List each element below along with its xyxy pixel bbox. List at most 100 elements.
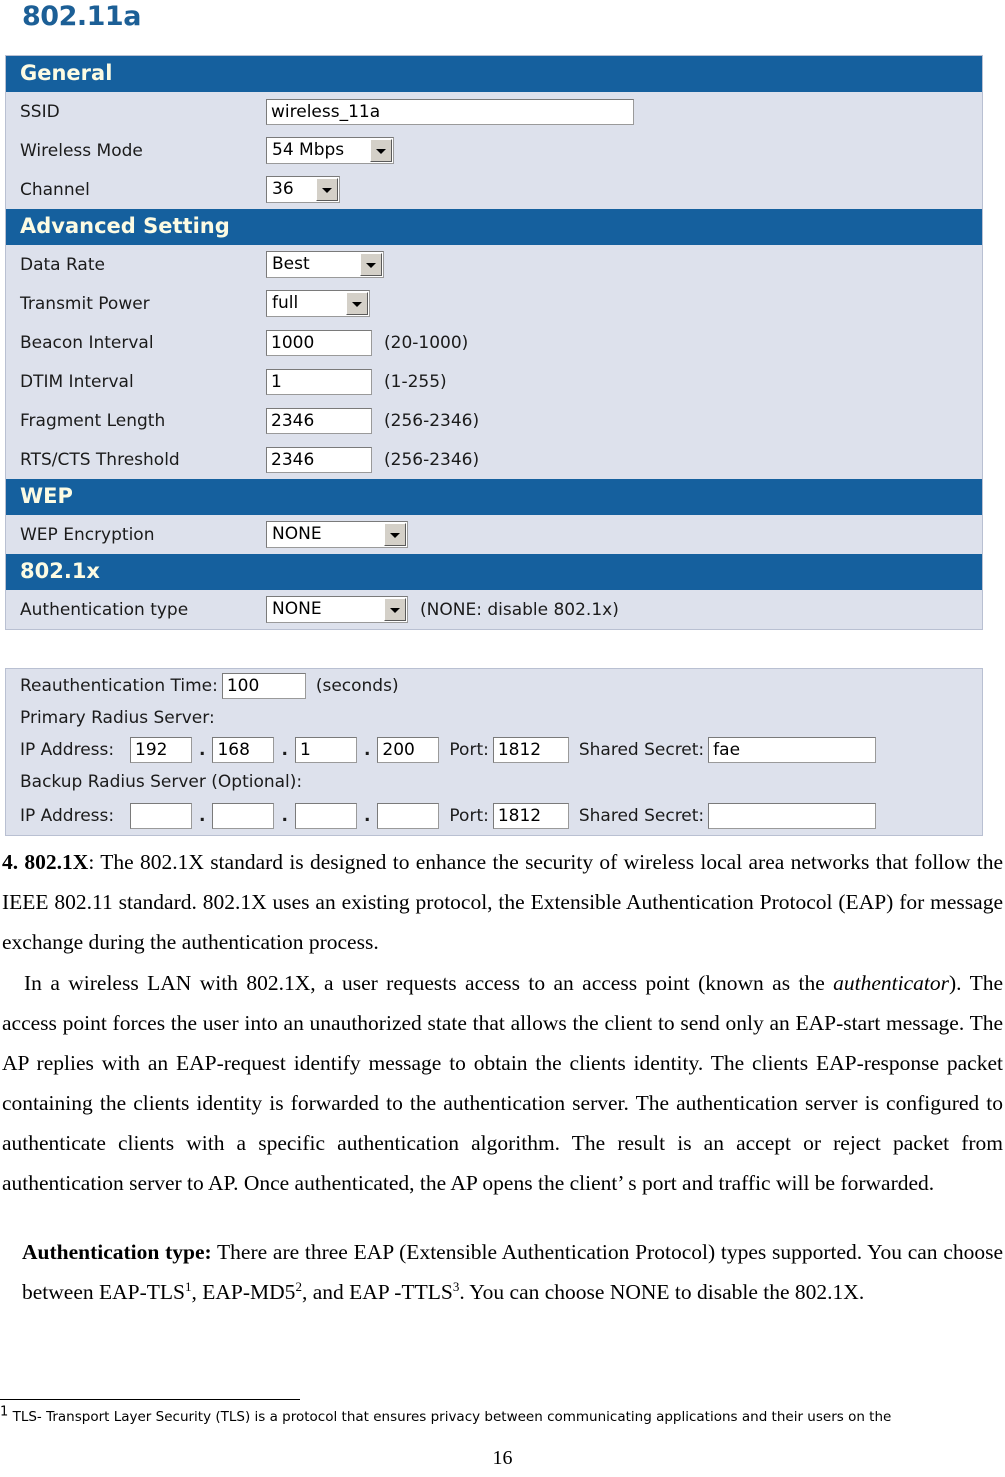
paragraph-lead-8021x: 4. 802.1X — [2, 850, 89, 874]
primary-port-input[interactable]: 1812 — [492, 737, 569, 763]
label-channel: Channel — [20, 179, 90, 200]
paragraph-flow-part-a: In a wireless LAN with 802.1X, a user re… — [24, 971, 834, 995]
paragraph-lead-authentication-type: Authentication type: — [22, 1240, 212, 1264]
field-row-beacon-interval: Beacon Interval 1000 (20-1000) — [6, 323, 982, 362]
label-rts-cts-threshold: RTS/CTS Threshold — [20, 449, 180, 470]
backup-ip-octet-2[interactable] — [212, 803, 275, 829]
chevron-down-icon[interactable] — [384, 598, 406, 621]
hint-fragment-length: (256-2346) — [384, 410, 480, 431]
backup-ip-octet-1[interactable] — [130, 803, 192, 829]
hint-dtim-interval: (1-255) — [384, 371, 447, 392]
backup-radius-server-heading: Backup Radius Server (Optional): — [20, 772, 303, 792]
ip-dot-separator: . — [281, 806, 288, 826]
section-header-8021x: 802.1x — [6, 554, 982, 590]
data-rate-value: Best — [272, 254, 310, 274]
section-header-advanced-setting: Advanced Setting — [6, 209, 982, 245]
ssid-input[interactable]: wireless_11a — [266, 98, 634, 125]
reauthentication-time-input[interactable]: 100 — [221, 673, 306, 699]
ip-dot-separator: . — [199, 806, 206, 826]
label-fragment-length: Fragment Length — [20, 410, 166, 431]
hint-beacon-interval: (20-1000) — [384, 332, 469, 353]
backup-ip-octet-4[interactable] — [377, 803, 440, 829]
ip-dot-separator: . — [199, 740, 206, 760]
auth-type-part-d: . You can choose NONE to disable the 802… — [459, 1280, 865, 1304]
paragraph-authentication-type: Authentication type: There are three EAP… — [22, 1232, 1003, 1312]
label-authentication-type: Authentication type — [20, 599, 189, 620]
footnote-1: 1 TLS- Transport Layer Security (TLS) is… — [0, 1406, 1000, 1426]
primary-radius-server-heading: Primary Radius Server: — [20, 708, 215, 728]
primary-ip-octet-3[interactable]: 1 — [294, 737, 357, 763]
primary-ip-octet-4[interactable]: 200 — [377, 737, 440, 763]
label-primary-ip-address: IP Address: — [20, 740, 115, 760]
backup-ip-octet-3[interactable] — [294, 803, 357, 829]
wireless-mode-select[interactable]: 54 Mbps — [266, 137, 394, 164]
field-row-channel: Channel 36 — [6, 170, 982, 209]
primary-ip-octet-1[interactable]: 192 — [130, 737, 192, 763]
hint-authentication-type: (NONE: disable 802.1x) — [420, 599, 619, 620]
term-authenticator: authenticator — [833, 971, 950, 995]
chevron-down-icon[interactable] — [316, 178, 338, 201]
label-backup-ip-address: IP Address: — [20, 806, 115, 826]
data-rate-select[interactable]: Best — [266, 251, 384, 278]
label-beacon-interval: Beacon Interval — [20, 332, 154, 353]
channel-select[interactable]: 36 — [266, 176, 340, 203]
paragraph-wireless-lan-flow: In a wireless LAN with 802.1X, a user re… — [2, 963, 1003, 1203]
fragment-length-input[interactable]: 2346 — [266, 407, 372, 434]
label-data-rate: Data Rate — [20, 254, 105, 275]
backup-radius-ip-row: IP Address: . . . Port: 1812 Shared Secr… — [6, 797, 982, 835]
label-backup-port: Port: — [449, 806, 489, 826]
footnote-text: TLS- Transport Layer Security (TLS) is a… — [8, 1409, 892, 1425]
rts-cts-threshold-input[interactable]: 2346 — [266, 446, 372, 473]
label-backup-shared-secret: Shared Secret: — [578, 806, 705, 826]
field-row-fragment-length: Fragment Length 2346 (256-2346) — [6, 401, 982, 440]
field-row-dtim-interval: DTIM Interval 1 (1-255) — [6, 362, 982, 401]
label-dtim-interval: DTIM Interval — [20, 371, 134, 392]
authentication-type-value: NONE — [272, 599, 322, 619]
section-header-wep: WEP — [6, 479, 982, 515]
paragraph-8021x-text: : The 802.1X standard is designed to enh… — [2, 850, 1003, 954]
backup-radius-heading-row: Backup Radius Server (Optional): — [6, 767, 982, 797]
authentication-type-select[interactable]: NONE — [266, 596, 408, 623]
beacon-interval-input[interactable]: 1000 — [266, 329, 372, 356]
label-primary-shared-secret: Shared Secret: — [578, 740, 705, 760]
page-title: 802.11a — [22, 1, 141, 32]
primary-ip-octet-2[interactable]: 168 — [212, 737, 275, 763]
paragraph-flow-part-b: ). The access point forces the user into… — [2, 971, 1003, 1195]
channel-value: 36 — [272, 179, 294, 199]
label-primary-port: Port: — [449, 740, 489, 760]
wep-encryption-value: NONE — [272, 524, 322, 544]
chevron-down-icon[interactable] — [346, 292, 368, 315]
label-wep-encryption: WEP Encryption — [20, 524, 155, 545]
primary-shared-secret-input[interactable]: fae — [708, 737, 877, 763]
backup-port-input[interactable]: 1812 — [492, 803, 569, 829]
ip-dot-separator: . — [281, 740, 288, 760]
field-row-authentication-type: Authentication type NONE (NONE: disable … — [6, 590, 982, 629]
auth-type-part-b: , EAP-MD5 — [191, 1280, 296, 1304]
chevron-down-icon[interactable] — [360, 253, 382, 276]
label-wireless-mode: Wireless Mode — [20, 140, 143, 161]
ip-dot-separator: . — [363, 740, 371, 760]
transmit-power-select[interactable]: full — [266, 290, 370, 317]
ip-dot-separator: . — [363, 806, 371, 826]
reauthentication-time-row: Reauthentication Time: 100 (seconds) — [6, 669, 982, 703]
dtim-interval-input[interactable]: 1 — [266, 368, 372, 395]
label-transmit-power: Transmit Power — [20, 293, 150, 314]
page-number: 16 — [492, 1447, 513, 1469]
hint-rts-cts-threshold: (256-2346) — [384, 449, 480, 470]
label-reauthentication-time: Reauthentication Time: — [20, 676, 218, 696]
label-ssid: SSID — [20, 101, 60, 122]
wep-encryption-select[interactable]: NONE — [266, 521, 408, 548]
chevron-down-icon[interactable] — [370, 139, 392, 162]
field-row-wireless-mode: Wireless Mode 54 Mbps — [6, 131, 982, 170]
field-row-rts-cts-threshold: RTS/CTS Threshold 2346 (256-2346) — [6, 440, 982, 479]
radius-settings-panel: Reauthentication Time: 100 (seconds) Pri… — [5, 668, 983, 836]
wireless-mode-value: 54 Mbps — [272, 140, 345, 160]
section-header-general: General — [6, 56, 982, 92]
transmit-power-value: full — [272, 293, 299, 313]
wireless-config-panel: General SSID wireless_11a Wireless Mode … — [5, 55, 983, 630]
backup-shared-secret-input[interactable] — [708, 803, 877, 829]
primary-radius-ip-row: IP Address: 192 . 168 . 1 . 200 Port: 18… — [6, 733, 982, 767]
chevron-down-icon[interactable] — [384, 523, 406, 546]
field-row-wep-encryption: WEP Encryption NONE — [6, 515, 982, 554]
field-row-transmit-power: Transmit Power full — [6, 284, 982, 323]
